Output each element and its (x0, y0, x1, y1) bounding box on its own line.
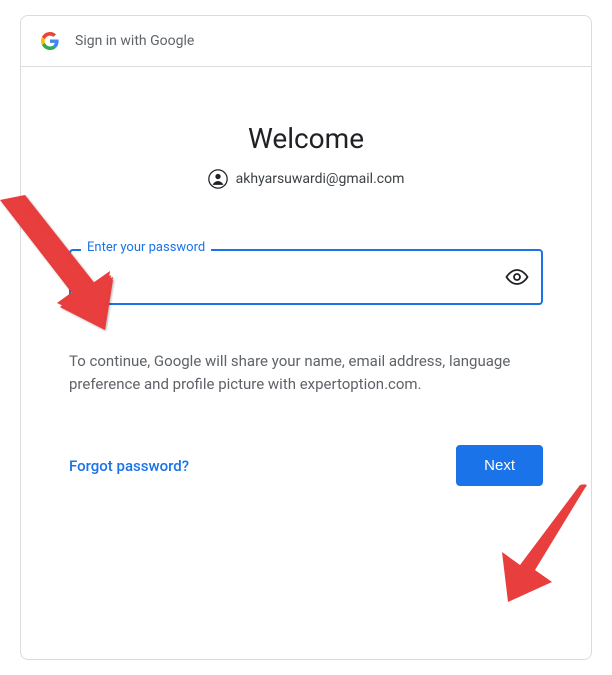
google-logo-icon (41, 32, 59, 50)
password-input[interactable] (69, 249, 543, 305)
annotation-arrow-1 (0, 195, 125, 345)
disclosure-text: To continue, Google will share your name… (69, 350, 543, 395)
password-field-wrapper: Enter your password (69, 249, 543, 305)
footer-row: Forgot password? Next (69, 445, 543, 486)
header-bar: Sign in with Google (21, 16, 591, 67)
header-title: Sign in with Google (75, 33, 194, 49)
page-title: Welcome (69, 122, 543, 155)
annotation-arrow-2 (490, 480, 600, 610)
account-email: akhyarsuwardi@gmail.com (236, 171, 405, 187)
show-password-icon[interactable] (505, 265, 529, 289)
forgot-password-link[interactable]: Forgot password? (69, 457, 189, 475)
account-row[interactable]: akhyarsuwardi@gmail.com (69, 169, 543, 189)
avatar-icon (208, 169, 228, 189)
